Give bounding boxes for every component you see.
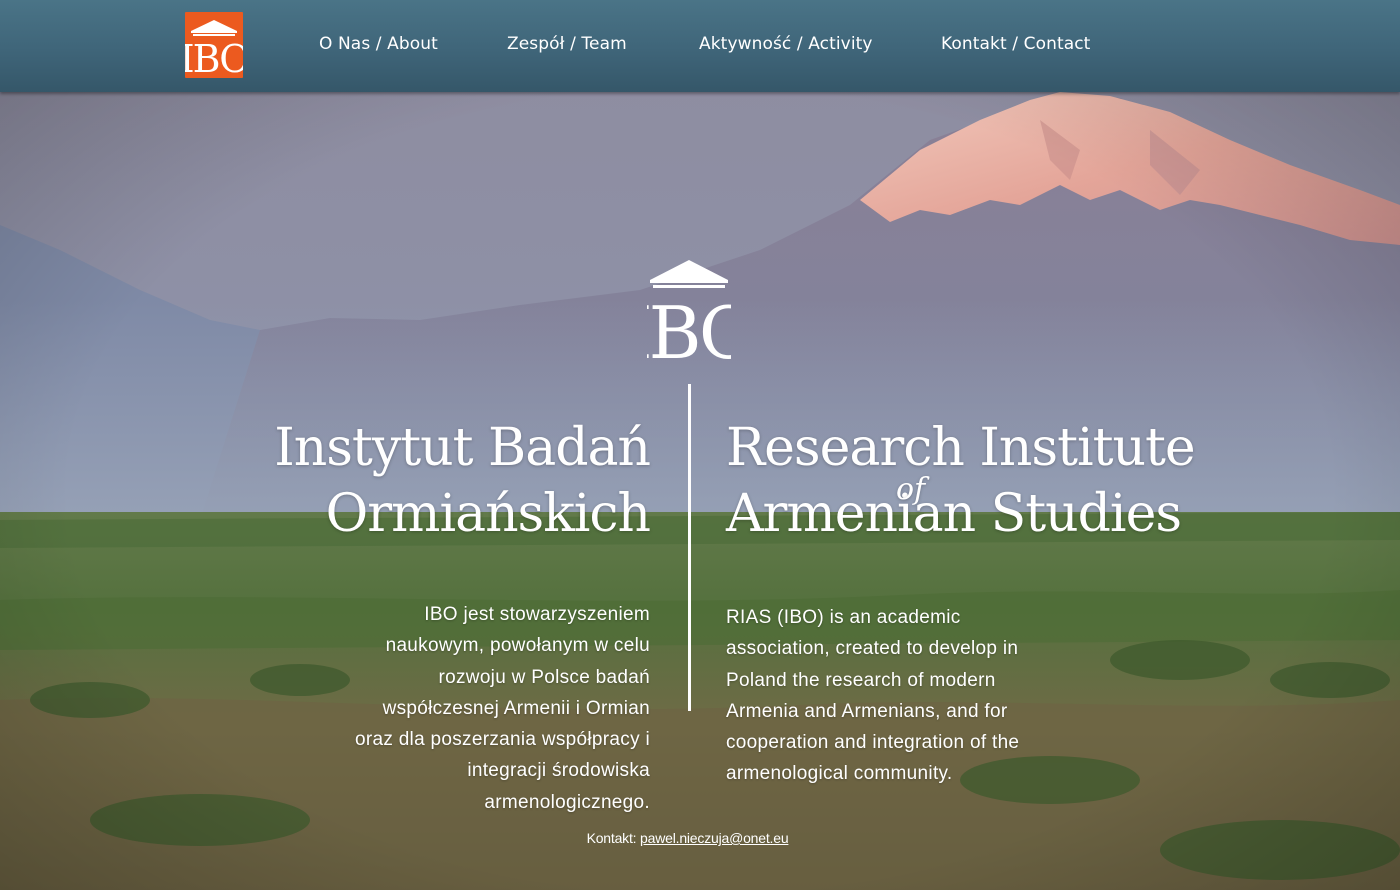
contact-line: Kontakt: pawel.nieczuja@onet.eu [0,830,1375,846]
title-english-line-2: Armenian Studies [726,483,1182,544]
description-english: RIAS (IBO) is an academic association, c… [726,607,1020,785]
ibo-logo-icon: IBO [624,260,759,375]
title-polish-line-1: Instytut Badań [274,417,651,478]
contact-email-link[interactable]: pawel.nieczuja@onet.eu [640,830,789,846]
nav-link-activity[interactable]: Aktywność / Activity [699,34,873,54]
contact-label: Kontakt: [586,830,637,846]
nav-link-contact[interactable]: Kontakt / Contact [941,34,1090,54]
center-divider [688,384,691,711]
hero-logo: IBO [624,258,759,375]
description-polish: IBO jest stowarzyszeniem naukowym, powoł… [354,604,650,813]
title-english-line-1: Research Institute [726,417,1196,478]
title-polish-line-2: Ormiańskich [325,483,651,544]
title-english: Research Institute of Armenian Studies [726,415,1196,547]
svg-text:IBO: IBO [647,291,731,362]
title-english-connector: of [896,471,926,507]
site-header: IBO O Nas / About Zespół / Team Aktywnoś… [0,0,1400,92]
title-polish: Instytut Badań Ormiańskich [274,415,651,547]
nav-link-team[interactable]: Zespół / Team [507,34,627,54]
nav-link-about[interactable]: O Nas / About [319,34,438,54]
main-nav: O Nas / About Zespół / Team Aktywność / … [0,0,1400,92]
